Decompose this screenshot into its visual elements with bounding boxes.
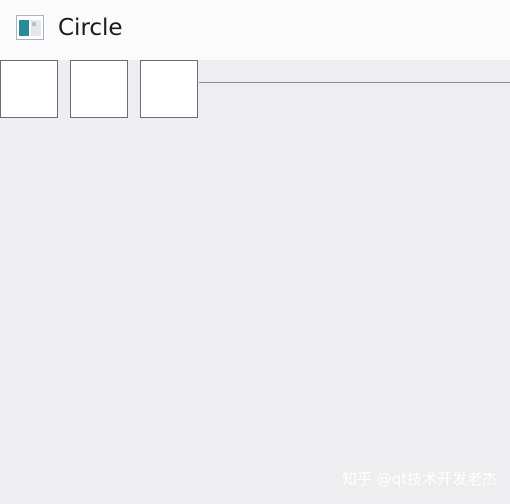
tool-button-3[interactable]: [140, 60, 198, 118]
tool-button-2[interactable]: [70, 60, 128, 118]
app-window-icon: [16, 15, 44, 40]
main-window: Circle 知乎 @qt技术开发老杰: [0, 0, 510, 504]
tool-button-1[interactable]: [0, 60, 58, 118]
drawing-canvas[interactable]: [0, 119, 510, 504]
watermark-text: 知乎 @qt技术开发老杰: [342, 470, 498, 488]
toolbar-separator: [199, 82, 510, 83]
window-title: Circle: [58, 15, 123, 41]
title-bar[interactable]: Circle: [0, 0, 510, 60]
